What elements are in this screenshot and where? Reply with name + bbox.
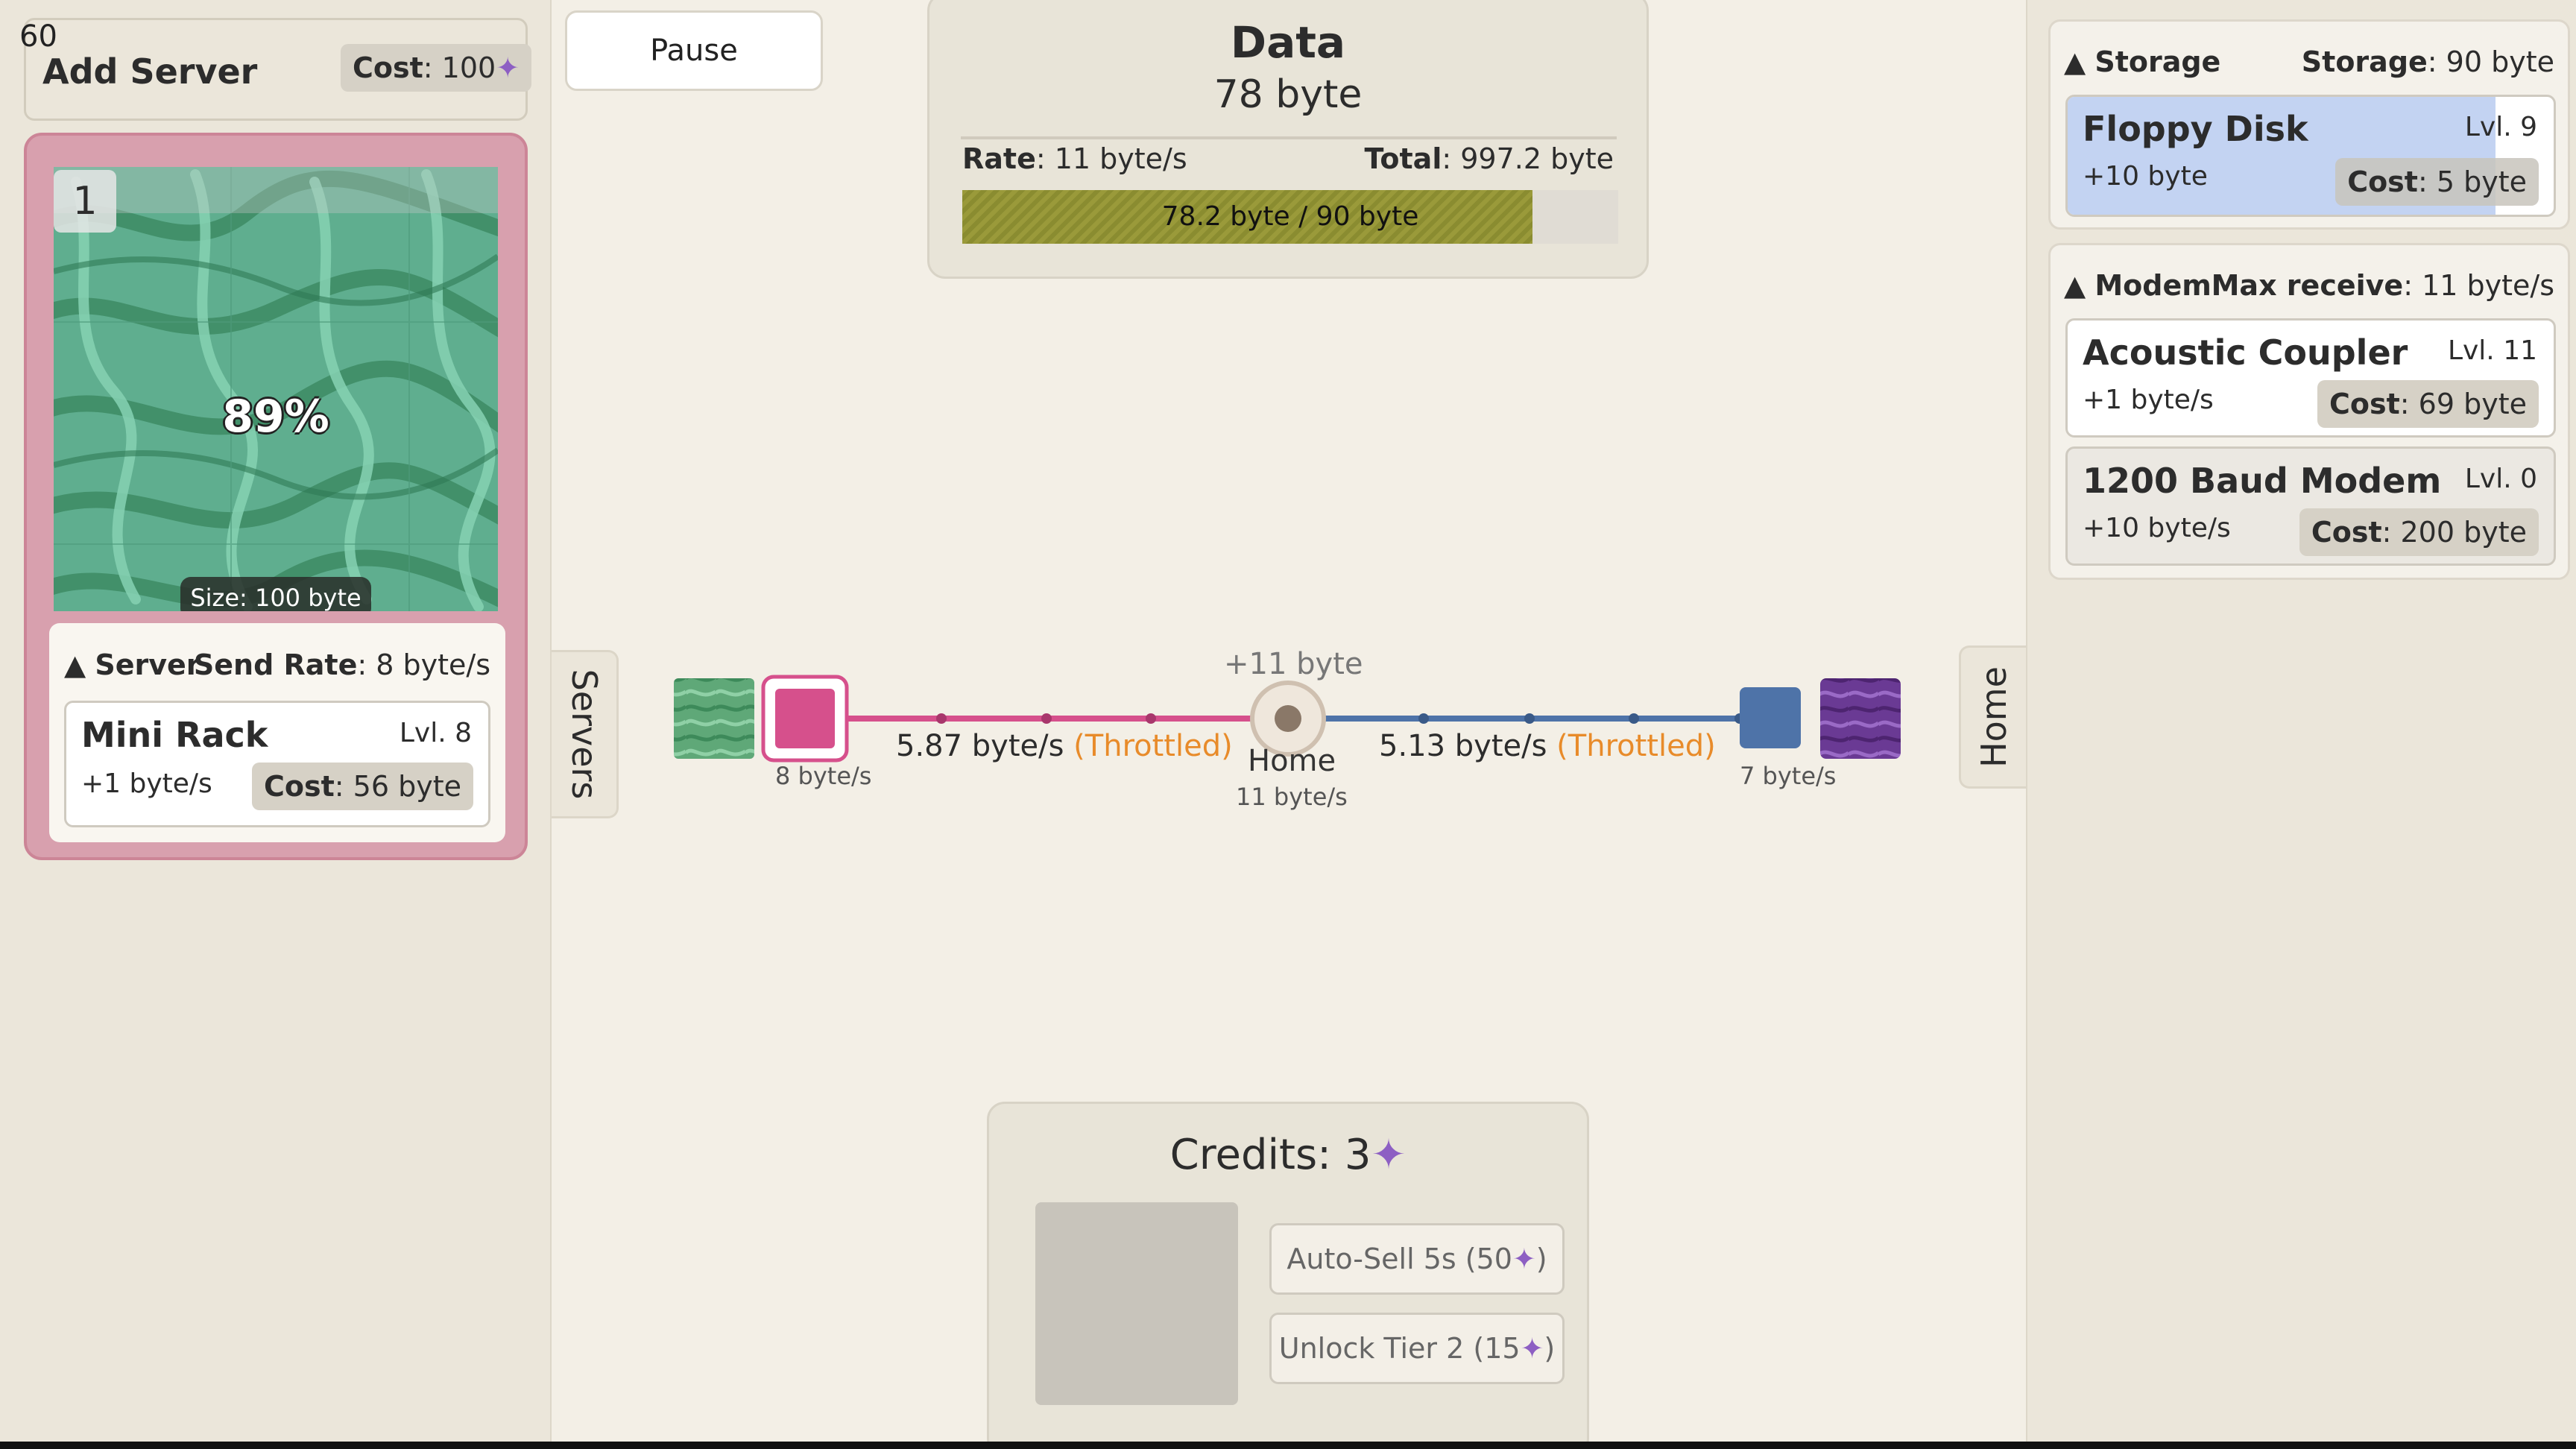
upgrade-level: Lvl. 0 <box>2464 464 2537 494</box>
remote-node-rate: 7 byte/s <box>1740 762 1837 790</box>
upgrade-effect: +1 byte/s <box>2083 385 2214 415</box>
servers-panel: Add Server Cost: 100✦ 60 89% Size: 100 b… <box>0 0 552 1449</box>
modem-section-toggle[interactable]: ▲ Modem <box>2064 269 2212 302</box>
window-bottom-edge <box>0 1442 2576 1449</box>
modem-section: ▲ Modem Max receive: 11 byte/s Acoustic … <box>2048 243 2570 580</box>
storage-section-toggle[interactable]: ▲ Storage <box>2064 45 2220 78</box>
data-rate: Rate: 11 byte/s <box>962 142 1187 175</box>
tab-servers[interactable]: Servers <box>552 650 619 818</box>
data-gain-popup: +11 byte <box>1224 647 1363 681</box>
server-thumbnail[interactable] <box>674 678 754 759</box>
tab-servers-label: Servers <box>564 669 604 800</box>
left-link-rate: 5.87 byte/s (Throttled) <box>896 729 1233 763</box>
upgrade-level: Lvl. 9 <box>2464 112 2537 142</box>
server-upgrade-section: ▲ Server Send Rate: 8 byte/s Mini Rack L… <box>49 623 505 842</box>
storage-progress-label: 78.2 byte / 90 byte <box>1161 201 1419 232</box>
right-link-rate: 5.13 byte/s (Throttled) <box>1379 729 1716 763</box>
upgrade-acoustic-coupler[interactable]: Acoustic Coupler Lvl. 11 +1 byte/s Cost:… <box>2065 318 2556 438</box>
collapse-arrow-icon: ▲ <box>2064 269 2086 302</box>
tab-home[interactable]: Home <box>1959 645 2026 789</box>
data-title: Data <box>1230 17 1346 68</box>
server-index-badge: 1 <box>54 170 116 233</box>
credit-star-icon: ✦ <box>496 51 520 84</box>
link-right-dots <box>1314 713 1745 724</box>
server-node-rate: 8 byte/s <box>775 762 872 790</box>
credit-star-icon: ✦ <box>1520 1332 1544 1365</box>
fps-counter: 60 <box>19 19 57 54</box>
data-divider <box>961 136 1617 139</box>
upgrade-level: Lvl. 8 <box>399 718 472 748</box>
server-node[interactable] <box>761 675 849 763</box>
storage-progress-bar: 78.2 byte / 90 byte <box>962 190 1618 244</box>
unlock-tier-button[interactable]: Unlock Tier 2 (15✦) <box>1269 1313 1565 1384</box>
upgrade-cost: Cost: 5 byte <box>2335 158 2539 206</box>
auto-sell-button[interactable]: Auto-Sell 5s (50✦) <box>1269 1223 1565 1295</box>
upgrade-effect: +10 byte/s <box>2083 513 2231 543</box>
max-receive-stat: Max receive: 11 byte/s <box>2211 269 2554 302</box>
upgrade-effect: +10 byte <box>2083 161 2208 192</box>
home-panel: ▲ Storage Storage: 90 byte Floppy Disk L… <box>2026 0 2576 1449</box>
data-amount: 78 byte <box>1213 72 1363 117</box>
upgrade-mini-rack[interactable]: Mini Rack Lvl. 8 +1 byte/s Cost: 56 byte <box>64 701 490 827</box>
home-node-rate: 11 byte/s <box>1236 783 1348 811</box>
upgrade-1200-baud-modem[interactable]: 1200 Baud Modem Lvl. 0 +10 byte/s Cost: … <box>2065 446 2556 566</box>
data-panel: Data 78 byte Rate: 11 byte/s Total: 997.… <box>927 0 1649 279</box>
server-image[interactable]: 89% Size: 100 byte <box>54 167 498 611</box>
credit-star-icon: ✦ <box>1371 1131 1407 1179</box>
server-progress-percent: 89% <box>222 391 329 443</box>
upgrade-name: 1200 Baud Modem <box>2083 461 2442 501</box>
upgrade-level: Lvl. 11 <box>2447 335 2537 366</box>
upgrade-cost: Cost: 200 byte <box>2299 508 2539 556</box>
server-card[interactable]: 89% Size: 100 byte 1 ▲ Server Send Rate:… <box>24 133 528 860</box>
storage-section: ▲ Storage Storage: 90 byte Floppy Disk L… <box>2048 19 2570 230</box>
upgrade-floppy-disk[interactable]: Floppy Disk Lvl. 9 +10 byte Cost: 5 byte <box>2065 95 2556 217</box>
credit-star-icon: ✦ <box>1512 1243 1536 1275</box>
upgrade-name: Mini Rack <box>81 715 268 755</box>
upgrade-name: Floppy Disk <box>2083 109 2308 149</box>
server-node-fill <box>775 689 835 748</box>
add-server-label: Add Server <box>42 51 258 92</box>
remote-node[interactable] <box>1740 687 1801 748</box>
home-node[interactable] <box>1275 705 1301 732</box>
data-total: Total: 997.2 byte <box>1364 142 1614 175</box>
upgrade-cost: Cost: 56 byte <box>252 763 473 810</box>
send-rate-stat: Send Rate: 8 byte/s <box>193 648 490 681</box>
image-header-overlay <box>54 167 498 213</box>
add-server-button[interactable]: Add Server Cost: 100✦ <box>24 18 532 121</box>
collapse-arrow-icon: ▲ <box>2064 45 2086 78</box>
tab-home-label: Home <box>1973 666 2014 768</box>
upgrade-cost: Cost: 69 byte <box>2317 380 2539 428</box>
link-left-dots <box>833 713 1156 724</box>
home-node-label: Home <box>1248 744 1336 778</box>
upgrade-effect: +1 byte/s <box>81 768 212 799</box>
server-size-badge: Size: 100 byte <box>180 577 371 611</box>
collapse-arrow-icon: ▲ <box>64 648 86 681</box>
pause-button[interactable]: Pause <box>565 10 823 91</box>
upgrade-name: Acoustic Coupler <box>2083 332 2408 373</box>
server-pattern-image <box>54 167 498 611</box>
credit-item-slot[interactable] <box>1035 1202 1238 1405</box>
remote-thumbnail[interactable] <box>1820 678 1901 759</box>
add-server-cost: Cost: 100✦ <box>341 44 532 92</box>
credits-panel: Credits: 3✦ Auto-Sell 5s (50✦) Unlock Ti… <box>987 1102 1589 1449</box>
server-section-toggle[interactable]: ▲ Server <box>64 648 201 681</box>
storage-stat: Storage: 90 byte <box>2301 45 2554 78</box>
credits-title: Credits: 3✦ <box>1169 1131 1407 1179</box>
